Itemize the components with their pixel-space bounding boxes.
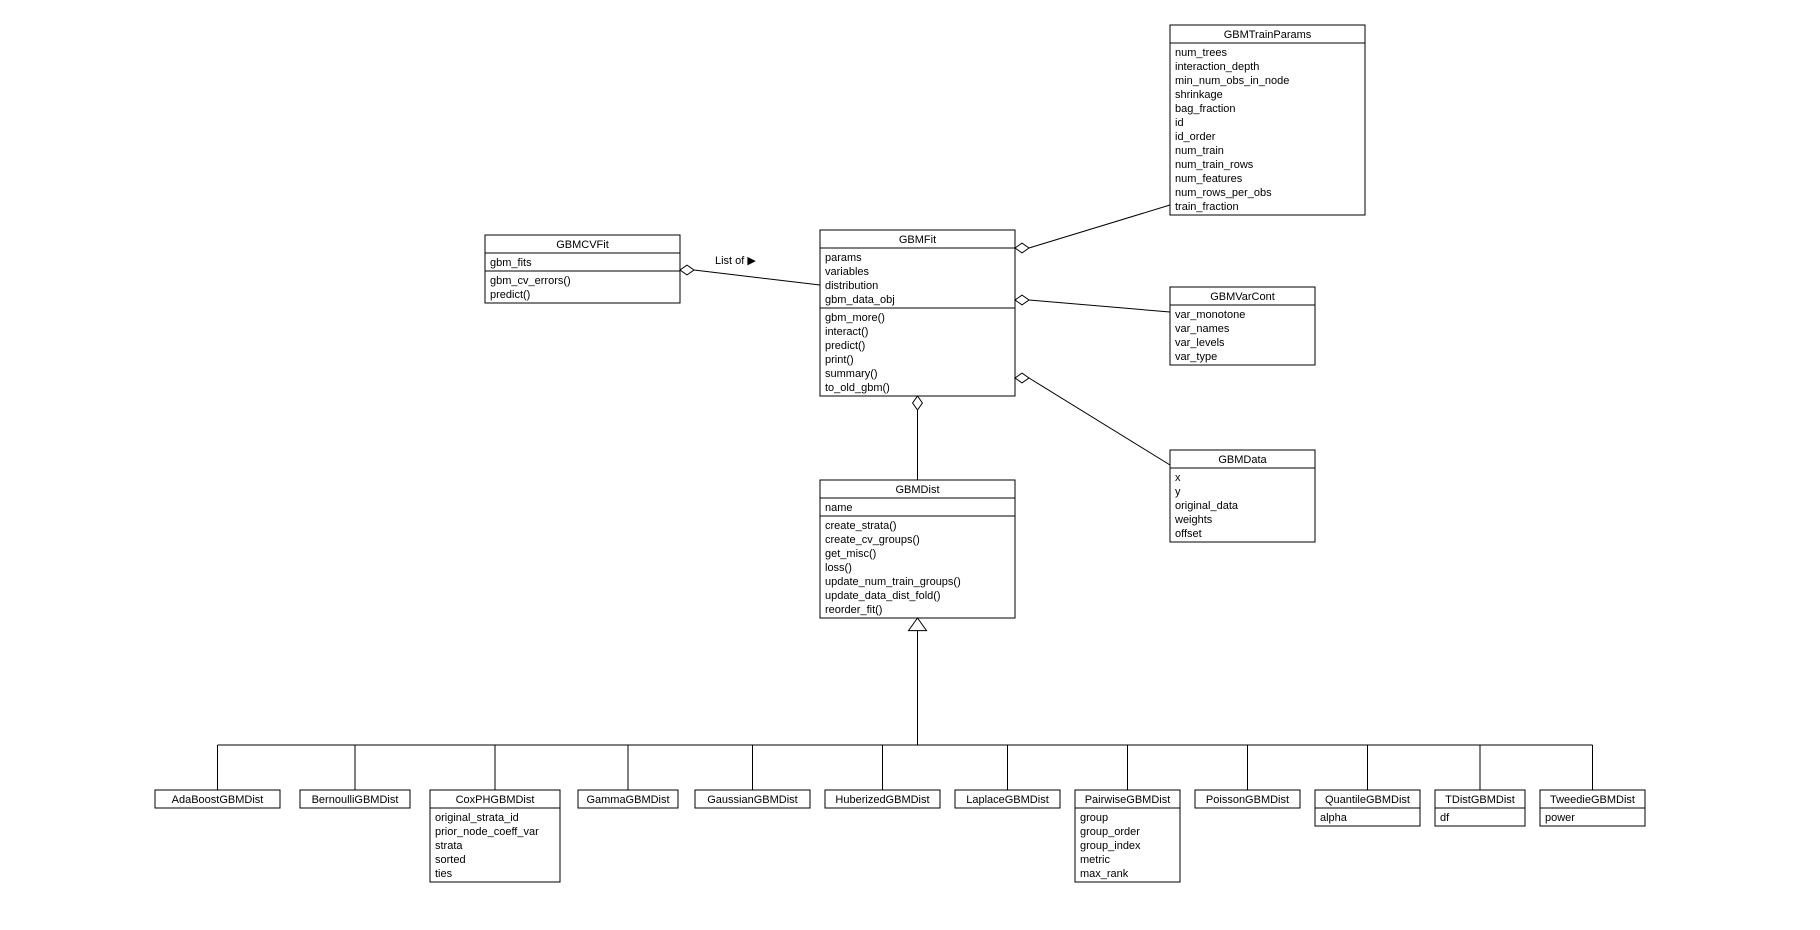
class-method: interact() <box>825 326 868 338</box>
class-field: var_type <box>1175 351 1217 363</box>
class-title: TDistGBMDist <box>1445 794 1515 806</box>
class-field: offset <box>1175 528 1202 540</box>
class-method: update_data_dist_fold() <box>825 590 941 602</box>
class-field: weights <box>1174 514 1213 526</box>
class-title: GBMCVFit <box>556 239 609 251</box>
class-field: gbm_fits <box>490 257 532 269</box>
class-field: x <box>1175 472 1181 484</box>
aggregation-diamond <box>1015 295 1029 305</box>
class-field: prior_node_coeff_var <box>435 826 539 838</box>
aggregation-diamond <box>1015 373 1029 383</box>
class-field: num_train_rows <box>1175 159 1254 171</box>
class-field: num_rows_per_obs <box>1175 187 1272 199</box>
class-GBMCVFit: GBMCVFit gbm_fits gbm_cv_errors() predict() <box>485 235 680 303</box>
class-field: group_order <box>1080 826 1140 838</box>
class-method: get_misc() <box>825 548 876 560</box>
class-field: var_monotone <box>1175 309 1245 321</box>
class-field: id_order <box>1175 131 1216 143</box>
class-HuberizedGBMDist: HuberizedGBMDist <box>825 790 940 808</box>
class-TDistGBMDist: TDistGBMDist df <box>1435 790 1525 826</box>
class-field: metric <box>1080 854 1110 866</box>
class-method: summary() <box>825 368 878 380</box>
class-field: var_levels <box>1175 337 1225 349</box>
class-TweedieGBMDist: TweedieGBMDist power <box>1540 790 1645 826</box>
class-title: GBMDist <box>896 484 940 496</box>
class-title: GaussianGBMDist <box>707 794 797 806</box>
class-GBMDist: GBMDist name create_strata() create_cv_grou… <box>820 480 1015 618</box>
class-PoissonGBMDist: PoissonGBMDist <box>1195 790 1300 808</box>
class-field: train_fraction <box>1175 201 1239 213</box>
class-GBMTrainParams: GBMTrainParams num_trees interaction_depth… <box>1170 25 1365 215</box>
generalization-arrow <box>909 618 927 631</box>
class-field: strata <box>435 840 463 852</box>
class-field: num_features <box>1175 173 1243 185</box>
class-method: loss() <box>825 562 852 574</box>
class-field: group <box>1080 812 1108 824</box>
class-field: power <box>1545 812 1575 824</box>
class-field: interaction_depth <box>1175 61 1259 73</box>
class-method: print() <box>825 354 854 366</box>
class-title: BernoulliGBMDist <box>312 794 399 806</box>
class-AdaBoostGBMDist: AdaBoostGBMDist <box>155 790 280 808</box>
class-field: alpha <box>1320 812 1348 824</box>
class-field: num_trees <box>1175 47 1227 59</box>
class-method: create_cv_groups() <box>825 534 920 546</box>
class-field: params <box>825 252 862 264</box>
class-method: predict() <box>490 289 530 301</box>
class-GammaGBMDist: GammaGBMDist <box>578 790 678 808</box>
class-method: gbm_more() <box>825 312 885 324</box>
class-method: create_strata() <box>825 520 897 532</box>
class-method: update_num_train_groups() <box>825 576 961 588</box>
class-field: var_names <box>1175 323 1230 335</box>
class-field: sorted <box>435 854 466 866</box>
class-field: num_train <box>1175 145 1224 157</box>
aggregation-diamond <box>680 265 694 275</box>
class-title: QuantileGBMDist <box>1325 794 1410 806</box>
class-title: GBMData <box>1218 454 1267 466</box>
class-title: GBMVarCont <box>1210 291 1275 303</box>
uml-diagram: GBMCVFit gbm_fits gbm_cv_errors() predict()… <box>0 0 1820 930</box>
class-BernoulliGBMDist: BernoulliGBMDist <box>300 790 410 808</box>
aggregation-diamond <box>913 396 923 410</box>
class-method: reorder_fit() <box>825 604 882 616</box>
class-method: predict() <box>825 340 865 352</box>
class-field: bag_fraction <box>1175 103 1236 115</box>
class-field: name <box>825 502 853 514</box>
class-title: PairwiseGBMDist <box>1085 794 1171 806</box>
class-field: gbm_data_obj <box>825 294 895 306</box>
class-title: CoxPHGBMDist <box>456 794 535 806</box>
class-field: shrinkage <box>1175 89 1223 101</box>
class-field: max_rank <box>1080 868 1129 880</box>
class-field: original_strata_id <box>435 812 519 824</box>
class-field: min_num_obs_in_node <box>1175 75 1289 87</box>
class-title: GBMFit <box>899 234 936 246</box>
class-field: id <box>1175 117 1184 129</box>
class-title: LaplaceGBMDist <box>966 794 1049 806</box>
class-field: group_index <box>1080 840 1141 852</box>
edge-label-listof: List of ▶ <box>715 255 756 267</box>
class-field: y <box>1175 486 1181 498</box>
class-GBMData: GBMData xy original_dataweights offset <box>1170 450 1315 542</box>
class-method: gbm_cv_errors() <box>490 275 571 287</box>
class-CoxPHGBMDist: CoxPHGBMDist original_strata_id prior_node… <box>430 790 560 882</box>
class-GBMVarCont: GBMVarCont var_monotone var_names var_level… <box>1170 287 1315 365</box>
class-field: original_data <box>1175 500 1239 512</box>
class-title: HuberizedGBMDist <box>835 794 929 806</box>
class-field: distribution <box>825 280 878 292</box>
class-field: variables <box>825 266 870 278</box>
class-PairwiseGBMDist: PairwiseGBMDist group group_order group_ind… <box>1075 790 1180 882</box>
class-method: to_old_gbm() <box>825 382 890 394</box>
class-field: df <box>1440 812 1450 824</box>
class-title: TweedieGBMDist <box>1550 794 1635 806</box>
class-GBMFit: GBMFit params variables distribution gbm_dat… <box>820 230 1015 396</box>
class-title: PoissonGBMDist <box>1206 794 1289 806</box>
class-title: AdaBoostGBMDist <box>172 794 264 806</box>
class-LaplaceGBMDist: LaplaceGBMDist <box>955 790 1060 808</box>
class-QuantileGBMDist: QuantileGBMDist alpha <box>1315 790 1420 826</box>
class-GaussianGBMDist: GaussianGBMDist <box>695 790 810 808</box>
aggregation-diamond <box>1015 243 1029 253</box>
class-field: ties <box>435 868 453 880</box>
class-title: GBMTrainParams <box>1224 29 1312 41</box>
class-title: GammaGBMDist <box>586 794 669 806</box>
